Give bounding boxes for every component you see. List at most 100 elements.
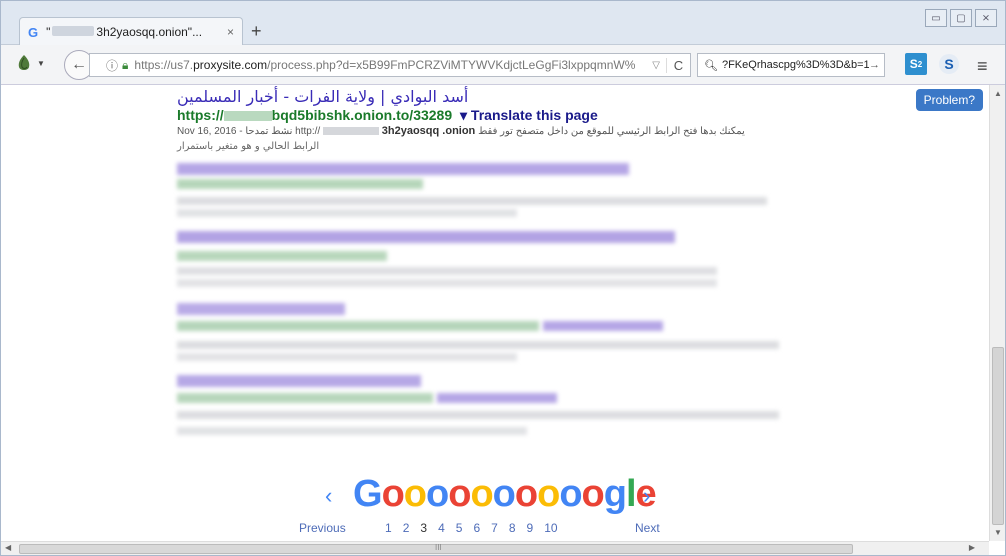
new-tab-button[interactable]: + (251, 21, 262, 42)
redacted-url-4 (177, 393, 433, 403)
page-number-link[interactable]: 4 (438, 521, 445, 535)
redacted-url-1 (177, 179, 423, 189)
tab-title-prefix: " (46, 25, 51, 39)
scroll-grip: III (435, 543, 442, 552)
result-onion-address: 3h2yaosqq .onion (381, 125, 476, 137)
info-icon[interactable]: ⓘ (106, 57, 118, 74)
dropdown-arrow-icon[interactable]: ▼ (37, 59, 45, 68)
next-link[interactable]: Next (635, 521, 660, 535)
scroll-down-icon[interactable]: ▼ (994, 528, 1002, 537)
logo-letter: o (514, 473, 538, 515)
search-icon: 🔍︎ (704, 59, 718, 72)
redacted-snippet-6 (177, 353, 517, 361)
logo-letter: o (426, 473, 449, 515)
redacted-title-3 (177, 303, 345, 315)
vertical-scrollbar[interactable]: ▲ ▼ (989, 85, 1005, 541)
skype-extension-icon[interactable]: S (939, 54, 959, 74)
s2-extension-icon[interactable]: S2 (905, 53, 927, 75)
tab-close-icon[interactable]: × (227, 25, 234, 39)
result-snippet-arabic: يمكنك بدها فتح الرابط الرئيسي للموقع من … (478, 126, 745, 137)
page-number-link[interactable]: 8 (509, 521, 516, 535)
redacted-url-3b (543, 321, 663, 331)
result-url: https:// bqd5bibshk.onion.to/33289 ▾ Tran… (177, 107, 598, 124)
page-content: Problem? أسد البوادي | ولاية الفرات - أخ… (1, 85, 989, 541)
result-snippet-line2: الرابط الحالي و هو متغير باستمرار (177, 141, 320, 152)
problem-button[interactable]: Problem? (915, 89, 983, 111)
gooooogle-logo: Goooooooooogle (353, 473, 657, 516)
vertical-scroll-thumb[interactable] (992, 347, 1004, 525)
page-number-link[interactable]: 5 (456, 521, 463, 535)
result-url-suffix: bqd5bibshk.onion.to/33289 (271, 107, 453, 123)
url-prefix: https://us7. (134, 58, 194, 72)
scroll-right-icon[interactable]: ▶ (969, 543, 975, 552)
redacted-title-2 (177, 231, 675, 243)
tor-onion-icon[interactable] (15, 53, 33, 73)
logo-letter: o (403, 473, 427, 515)
logo-letter: o (448, 473, 471, 515)
result-snippet-line1: Nov 16, 2016 - نشط تمدحا http:// 3h2yaos… (177, 125, 745, 137)
page-number-link: 3 (420, 521, 428, 535)
close-window-button[interactable]: ⨯ (975, 9, 997, 27)
browser-window: G " 3h2yaosqq.onion"... × + ▭ ▢ ⨯ ▼ ← ⓘ 🔒… (0, 0, 1006, 556)
search-text: ?FKeQrhascpg%3D%3D&b=1 (721, 59, 869, 71)
url-text: https://us7.proxysite.com/process.php?d=… (134, 58, 646, 72)
browser-tab[interactable]: G " 3h2yaosqq.onion"... × (19, 17, 243, 46)
tab-bar: G " 3h2yaosqq.onion"... × + ▭ ▢ ⨯ (1, 1, 1005, 46)
logo-letter: G (353, 473, 383, 515)
search-go-icon[interactable]: → (869, 59, 880, 71)
url-dropdown-icon[interactable]: ▽ (652, 60, 660, 71)
redacted-snippet-2 (177, 209, 517, 217)
horizontal-scrollbar[interactable]: ◀ III ▶ (1, 541, 989, 555)
pagination: ‹ Goooooooooogle › Previous 1 2 3 4 5 6 7 8 9 10 … (1, 473, 989, 541)
search-bar[interactable]: 🔍︎ ?FKeQrhascpg%3D%3D&b=1 → (697, 53, 885, 77)
url-path: /process.php?d=x5B99FmPCRZViMTYWVKdjctLe… (267, 58, 636, 72)
redacted-block (223, 111, 272, 122)
s2-badge: 2 (917, 59, 923, 69)
redacted-snippet-4 (177, 279, 717, 287)
logo-letter: o (581, 473, 605, 515)
redacted-title-1 (177, 163, 629, 175)
prev-arrow-icon[interactable]: ‹ (325, 483, 332, 509)
page-number-link[interactable]: 9 (527, 521, 534, 535)
result-title-link[interactable]: أسد البوادي | ولاية الفرات - أخبار المسل… (177, 87, 468, 106)
redacted-url-4b (437, 393, 557, 403)
s2-label: S (909, 57, 918, 71)
logo-letter: o (470, 473, 493, 515)
page-number-link[interactable]: 6 (473, 521, 480, 535)
result-date: Nov 16, 2016 - نشط تمدحا http:// (177, 126, 321, 137)
logo-letter: o (381, 473, 405, 515)
logo-letter: l (625, 473, 637, 515)
url-domain: proxysite.com (193, 58, 268, 72)
tab-title: " 3h2yaosqq.onion"... (46, 25, 221, 39)
redacted-url-3 (177, 321, 539, 331)
logo-letter: o (537, 473, 560, 515)
redacted-url-2 (177, 251, 387, 261)
page-numbers: 1 2 3 4 5 6 7 8 9 10 (385, 521, 558, 535)
redacted-snippet-3 (177, 267, 717, 275)
redacted-snippet-8 (177, 427, 527, 435)
redacted-snippet-1 (177, 197, 767, 205)
redacted-block (52, 26, 95, 36)
translate-link[interactable]: ▾ Translate this page (460, 107, 598, 123)
previous-link[interactable]: Previous (299, 521, 346, 535)
next-arrow-icon[interactable]: › (643, 483, 650, 509)
logo-letter: o (492, 473, 516, 515)
scroll-left-icon[interactable]: ◀ (5, 543, 11, 552)
page-number-link[interactable]: 1 (385, 521, 392, 535)
page-number-link[interactable]: 2 (403, 521, 410, 535)
back-arrow-icon: ← (71, 56, 87, 73)
reload-icon[interactable]: C (666, 57, 690, 73)
scroll-up-icon[interactable]: ▲ (994, 89, 1002, 98)
page-number-link[interactable]: 10 (544, 521, 557, 535)
logo-letter: o (559, 473, 582, 515)
address-bar[interactable]: ⓘ 🔒︎ https://us7.proxysite.com/process.p… (89, 53, 691, 77)
maximize-button[interactable]: ▢ (950, 9, 972, 27)
logo-letter: g (603, 473, 627, 515)
page-number-link[interactable]: 7 (491, 521, 498, 535)
minimize-button[interactable]: ▭ (925, 9, 947, 27)
lock-icon: 🔒︎ (122, 57, 129, 72)
window-controls: ▭ ▢ ⨯ (925, 9, 997, 27)
redacted-snippet-5 (177, 341, 779, 349)
redacted-block (322, 127, 379, 136)
hamburger-menu-icon[interactable]: ≡ (977, 56, 988, 77)
